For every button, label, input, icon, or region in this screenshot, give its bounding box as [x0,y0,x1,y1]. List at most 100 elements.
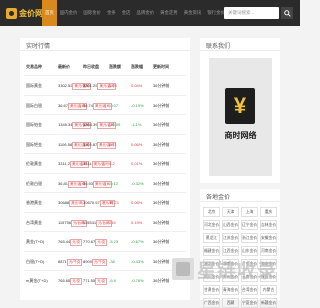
prev-close-value: 115541 [83,219,97,225]
latest-price-value: 8871 [58,258,67,264]
prev-close-value: 770.67 [83,239,96,244]
change-amount: 1.23 [109,83,117,88]
prev-close-value: 771.55 [83,278,96,283]
nav-item-gold-trend[interactable]: 黄金走势 [157,0,181,26]
prev-close-value: 1105.87 [83,141,98,147]
instrument-name[interactable]: 国际钯金 [26,142,42,148]
prev-close-value: 1364.39 [83,122,98,127]
latest-price: 765.44 元/克 [58,239,83,246]
change-percent: 0.06% [131,200,143,205]
region-tag[interactable]: 河南金价 [260,246,277,256]
instrument-name[interactable]: 伦敦白银 [26,181,42,187]
prev-close-value: 36.74 [83,102,94,108]
row-divider [24,231,186,232]
region-tag[interactable]: 安徽金价 [260,233,277,243]
change-percent: -0.43% [131,258,144,264]
prev-close: 36.74 美元/盎司 [83,102,112,110]
prev-close: 3311 美元/盎司 [83,161,111,168]
instrument-name[interactable]: 伦敦黄金 [26,161,42,167]
search-button[interactable] [281,7,293,19]
region-tag[interactable]: 山东金价 [241,246,258,256]
region-tag[interactable]: 台湾金价 [241,285,258,295]
site-logo[interactable]: 金价网 [6,5,43,21]
row-divider [24,75,186,76]
regional-gold-panel: 各地金价 北京 天津 上海 重庆 河北金价 山西金价 辽宁金价 吉林金价 黑龙江 江苏金价 浙江金价… [200,189,280,308]
instrument-name[interactable]: 台湾黄金 [26,220,42,226]
prev-close-value: 3301.29 [83,83,98,88]
column-header-change-pct: 涨跌幅 [131,64,143,69]
latest-price-value: 36.67 [58,102,69,108]
region-tag[interactable]: 内蒙古 [260,285,277,295]
update-time: 36分钟前 [153,83,170,88]
region-tag[interactable]: 上海 [241,207,258,217]
prev-unit: 美元/盎司 [91,161,111,168]
prev-close-value: 3311 [83,161,92,166]
logo-text: 金价网 [19,8,43,18]
nav-item-home[interactable]: 首页 [42,0,57,26]
region-tag[interactable]: 江苏金价 [222,233,239,243]
region-tag[interactable]: 北京 [203,207,220,217]
prev-close: 771.55 元/克 [83,278,108,285]
update-time: 36分钟前 [153,258,170,264]
change-percent: -1.1% [131,122,142,127]
instrument-name[interactable]: 香港黄金 [26,200,42,206]
search-input[interactable]: 关键词搜索... [224,7,279,19]
instrument-name[interactable]: 黄金(T+D) [26,239,44,245]
column-header-price: 最新价 [58,64,70,69]
region-tag[interactable]: 青海金价 [222,285,239,295]
prev-close-value: 30670.97 [83,200,100,205]
change-amount: 0.71 [109,141,117,147]
ad-caption: 商时网络 [224,131,257,140]
instrument-name[interactable]: 国际铂金 [26,122,42,128]
latest-price: 8871 元/千克 [58,258,83,266]
row-divider [24,172,186,174]
update-time: 36分钟前 [153,102,170,108]
row-divider [24,250,186,252]
region-tag[interactable]: 黑龙江 [203,233,220,243]
panel-title: 联系我们 [206,44,231,50]
region-tag[interactable]: 山西金价 [222,220,239,230]
change-amount: -5.23 [109,239,119,244]
column-header-change: 涨跌额 [109,64,121,69]
prev-close-value: 8909 [83,258,92,264]
instrument-name[interactable]: 白银(T+D) [26,259,44,265]
region-tag[interactable]: 天津 [222,207,239,217]
instrument-name[interactable]: m黄金(T+D) [26,278,48,284]
price-unit: 元/克 [70,239,83,246]
latest-price-value: 765.65 [58,278,71,283]
region-tag[interactable]: 重庆 [260,207,277,217]
region-tag[interactable]: 吉林金价 [260,220,277,230]
region-tag[interactable]: 福建金价 [203,246,220,256]
instrument-name[interactable]: 国际黄金 [26,83,42,89]
divider [20,50,190,51]
column-header-name: 交易品种 [26,64,42,69]
prev-close: 115541 元/台两 [83,219,112,227]
region-tag[interactable]: 辽宁金价 [241,220,258,230]
latest-price: 765.65 元/克 [58,278,83,285]
nav-item-brand-gold[interactable]: 品牌金价 [134,0,158,26]
latest-price-value: 3302.52 [58,83,73,88]
column-header-prev-close: 昨日收盘 [83,64,99,69]
price-unit: 元/克 [70,278,83,285]
search-icon [283,9,291,17]
region-tag[interactable]: 浙江金价 [241,233,258,243]
panel-title: 实时行情 [26,44,51,50]
nav-item-gold-news[interactable]: 黄金资讯 [181,0,205,26]
change-amount: -0.12 [109,180,119,186]
prev-close-value: 36.93 [83,180,94,186]
region-tag[interactable]: 甘肃金价 [203,285,220,295]
nav-item-gold-bars[interactable]: 金条 [104,0,119,26]
row-divider [24,211,186,213]
nav-item-international-gold[interactable]: 国际金价 [80,0,104,26]
latest-price-value: 765.44 [58,239,71,244]
region-tag[interactable]: 江西金价 [222,246,239,256]
contact-ad-image[interactable]: ¥ 商时网络 [209,58,272,176]
instrument-name[interactable]: 国际白银 [26,103,42,109]
latest-price-value: 3311.2 [58,161,70,166]
update-time: 36分钟前 [153,122,170,127]
prev-unit: 元/克 [95,278,108,285]
column-header-update-time: 更新时间 [153,64,169,69]
nav-item-gold-shops[interactable]: 金店 [119,0,134,26]
nav-item-domestic-gold[interactable]: 国内金价 [57,0,81,26]
region-tag[interactable]: 河北金价 [203,220,220,230]
